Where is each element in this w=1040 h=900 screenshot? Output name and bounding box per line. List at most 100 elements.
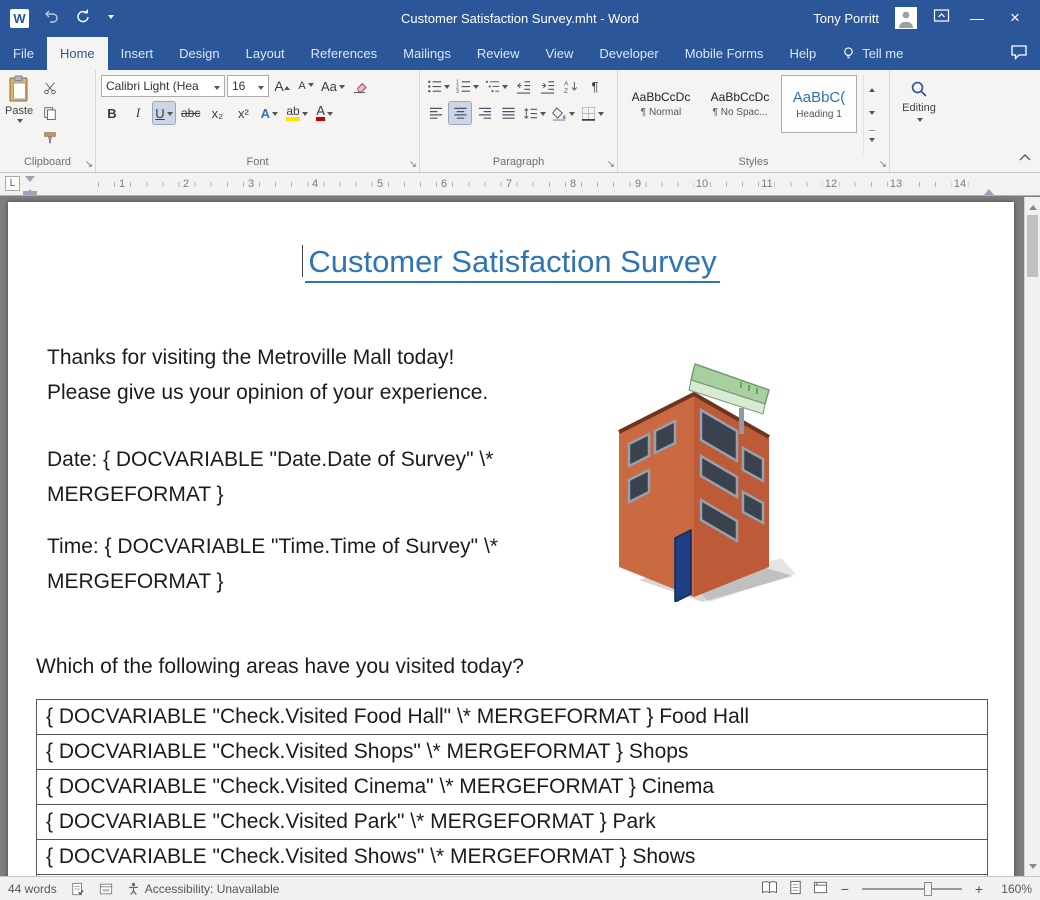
tab-mailings[interactable]: Mailings	[390, 37, 464, 70]
zoom-out-button[interactable]: −	[838, 881, 852, 897]
horizontal-ruler[interactable]: L 1 2 3 4 5 6 7 8 9 10 11 12 13 14	[0, 173, 1040, 196]
tab-review[interactable]: Review	[464, 37, 533, 70]
cut-button[interactable]	[39, 77, 61, 99]
scroll-up-button[interactable]	[1025, 197, 1040, 213]
change-case-button[interactable]: Aa	[319, 75, 347, 97]
macro-status-button[interactable]	[99, 882, 113, 896]
proofing-status-button[interactable]	[71, 882, 85, 896]
font-dialog-launcher[interactable]: ↘	[409, 160, 417, 170]
multilevel-list-button[interactable]	[483, 75, 510, 97]
tab-selector[interactable]: L	[5, 176, 20, 191]
format-painter-button[interactable]	[39, 127, 61, 149]
table-row[interactable]: { DOCVARIABLE "Check.Visited Food Hall" …	[37, 700, 987, 735]
tab-file[interactable]: File	[0, 37, 47, 70]
tab-references[interactable]: References	[298, 37, 390, 70]
web-layout-button[interactable]	[813, 880, 828, 898]
table-row[interactable]: { DOCVARIABLE "Check.Visited Cinema" \* …	[37, 770, 987, 805]
shading-button[interactable]	[550, 102, 577, 124]
undo-button[interactable]	[44, 8, 60, 29]
show-paragraph-marks-button[interactable]: ¶	[584, 75, 606, 97]
paste-button[interactable]: Paste	[5, 75, 33, 154]
tell-me-box[interactable]: Tell me	[829, 37, 915, 70]
date-field-paragraph[interactable]: Date: { DOCVARIABLE "Date.Date of Survey…	[47, 442, 565, 512]
font-name-combo[interactable]: Calibri Light (Hea	[101, 75, 225, 97]
align-center-button[interactable]	[449, 102, 471, 124]
superscript-button[interactable]: x²	[232, 102, 254, 124]
print-layout-button[interactable]	[788, 880, 803, 898]
tab-developer[interactable]: Developer	[586, 37, 671, 70]
bold-button[interactable]: B	[101, 102, 123, 124]
account-user-name[interactable]: Tony Porritt	[813, 11, 879, 26]
align-left-button[interactable]	[425, 102, 447, 124]
avatar[interactable]	[895, 7, 917, 29]
tab-layout[interactable]: Layout	[233, 37, 298, 70]
right-indent-marker[interactable]	[984, 184, 994, 195]
table-row[interactable]: { DOCVARIABLE "Check.Visited Shops" \* M…	[37, 735, 987, 770]
read-mode-button[interactable]	[761, 880, 778, 898]
underline-button[interactable]: U	[153, 102, 175, 124]
zoom-in-button[interactable]: +	[972, 881, 986, 897]
zoom-slider[interactable]	[862, 888, 962, 890]
clipboard-dialog-launcher[interactable]: ↘	[85, 160, 93, 170]
editing-menu-button[interactable]: Editing	[890, 70, 948, 172]
bullet-list-button[interactable]	[425, 75, 452, 97]
tab-help[interactable]: Help	[776, 37, 829, 70]
time-field-paragraph[interactable]: Time: { DOCVARIABLE "Time.Time of Survey…	[47, 529, 565, 599]
borders-button[interactable]	[579, 102, 606, 124]
comments-button[interactable]	[1010, 44, 1028, 63]
zoom-slider-thumb[interactable]	[924, 882, 932, 896]
line-spacing-button[interactable]	[521, 102, 548, 124]
increase-indent-button[interactable]	[536, 75, 558, 97]
style-heading-1[interactable]: AaBbC( Heading 1	[781, 75, 857, 133]
text-effects-button[interactable]: A	[258, 102, 280, 124]
shrink-font-button[interactable]: A	[295, 75, 317, 97]
styles-scroll-up-button[interactable]	[869, 79, 875, 97]
close-button[interactable]: ×	[1004, 7, 1026, 29]
tab-insert[interactable]: Insert	[108, 37, 167, 70]
scrollbar-thumb[interactable]	[1027, 215, 1038, 277]
document-page[interactable]: Customer Satisfaction Survey Thanks for …	[8, 202, 1014, 876]
tab-home[interactable]: Home	[47, 37, 108, 70]
subscript-button[interactable]: x₂	[206, 102, 228, 124]
left-indent-marker[interactable]	[23, 191, 37, 195]
font-size-combo[interactable]: 16	[227, 75, 269, 97]
strikethrough-button[interactable]: abc	[179, 102, 202, 124]
collapse-ribbon-button[interactable]	[1018, 150, 1032, 168]
accessibility-status-button[interactable]: Accessibility: Unavailable	[127, 882, 280, 896]
style-no-spacing[interactable]: AaBbCcDc ¶ No Spac...	[702, 75, 778, 133]
vertical-scrollbar[interactable]	[1024, 197, 1040, 876]
copy-button[interactable]	[39, 102, 61, 124]
table-row[interactable]: { DOCVARIABLE "Check.Visited Shows" \* M…	[37, 840, 987, 875]
scroll-down-button[interactable]	[1025, 860, 1040, 876]
redo-button[interactable]	[75, 8, 91, 29]
word-app-icon[interactable]: W	[10, 9, 29, 28]
minimize-button[interactable]: —	[966, 7, 988, 29]
clear-formatting-button[interactable]	[349, 75, 371, 97]
tab-view[interactable]: View	[532, 37, 586, 70]
decrease-indent-button[interactable]	[512, 75, 534, 97]
qat-customize-button[interactable]	[106, 9, 114, 27]
mall-building-clipart[interactable]	[591, 352, 803, 602]
tab-mobile-forms[interactable]: Mobile Forms	[672, 37, 777, 70]
question-paragraph[interactable]: Which of the following areas have you vi…	[36, 649, 524, 684]
align-right-button[interactable]	[473, 102, 495, 124]
sort-button[interactable]: AZ	[560, 75, 582, 97]
tab-design[interactable]: Design	[166, 37, 232, 70]
styles-scroll-down-button[interactable]	[869, 105, 875, 123]
font-color-button[interactable]: A	[314, 102, 336, 124]
zoom-level[interactable]: 160%	[996, 882, 1032, 896]
word-count[interactable]: 44 words	[8, 882, 57, 896]
styles-gallery-more-button[interactable]	[869, 130, 875, 150]
ribbon-display-options-button[interactable]	[933, 7, 950, 29]
paragraph-dialog-launcher[interactable]: ↘	[607, 160, 615, 170]
document-heading[interactable]: Customer Satisfaction Survey	[8, 244, 1014, 280]
italic-button[interactable]: I	[127, 102, 149, 124]
intro-paragraph[interactable]: Thanks for visiting the Metroville Mall …	[47, 340, 488, 410]
styles-dialog-launcher[interactable]: ↘	[879, 160, 887, 170]
justify-button[interactable]	[497, 102, 519, 124]
numbered-list-button[interactable]: 123	[454, 75, 481, 97]
style-normal[interactable]: AaBbCcDc ¶ Normal	[623, 75, 699, 133]
highlight-color-button[interactable]: ab	[284, 102, 309, 124]
table-row[interactable]: { DOCVARIABLE "Check.Visited Park" \* ME…	[37, 805, 987, 840]
grow-font-button[interactable]: A	[271, 75, 293, 97]
